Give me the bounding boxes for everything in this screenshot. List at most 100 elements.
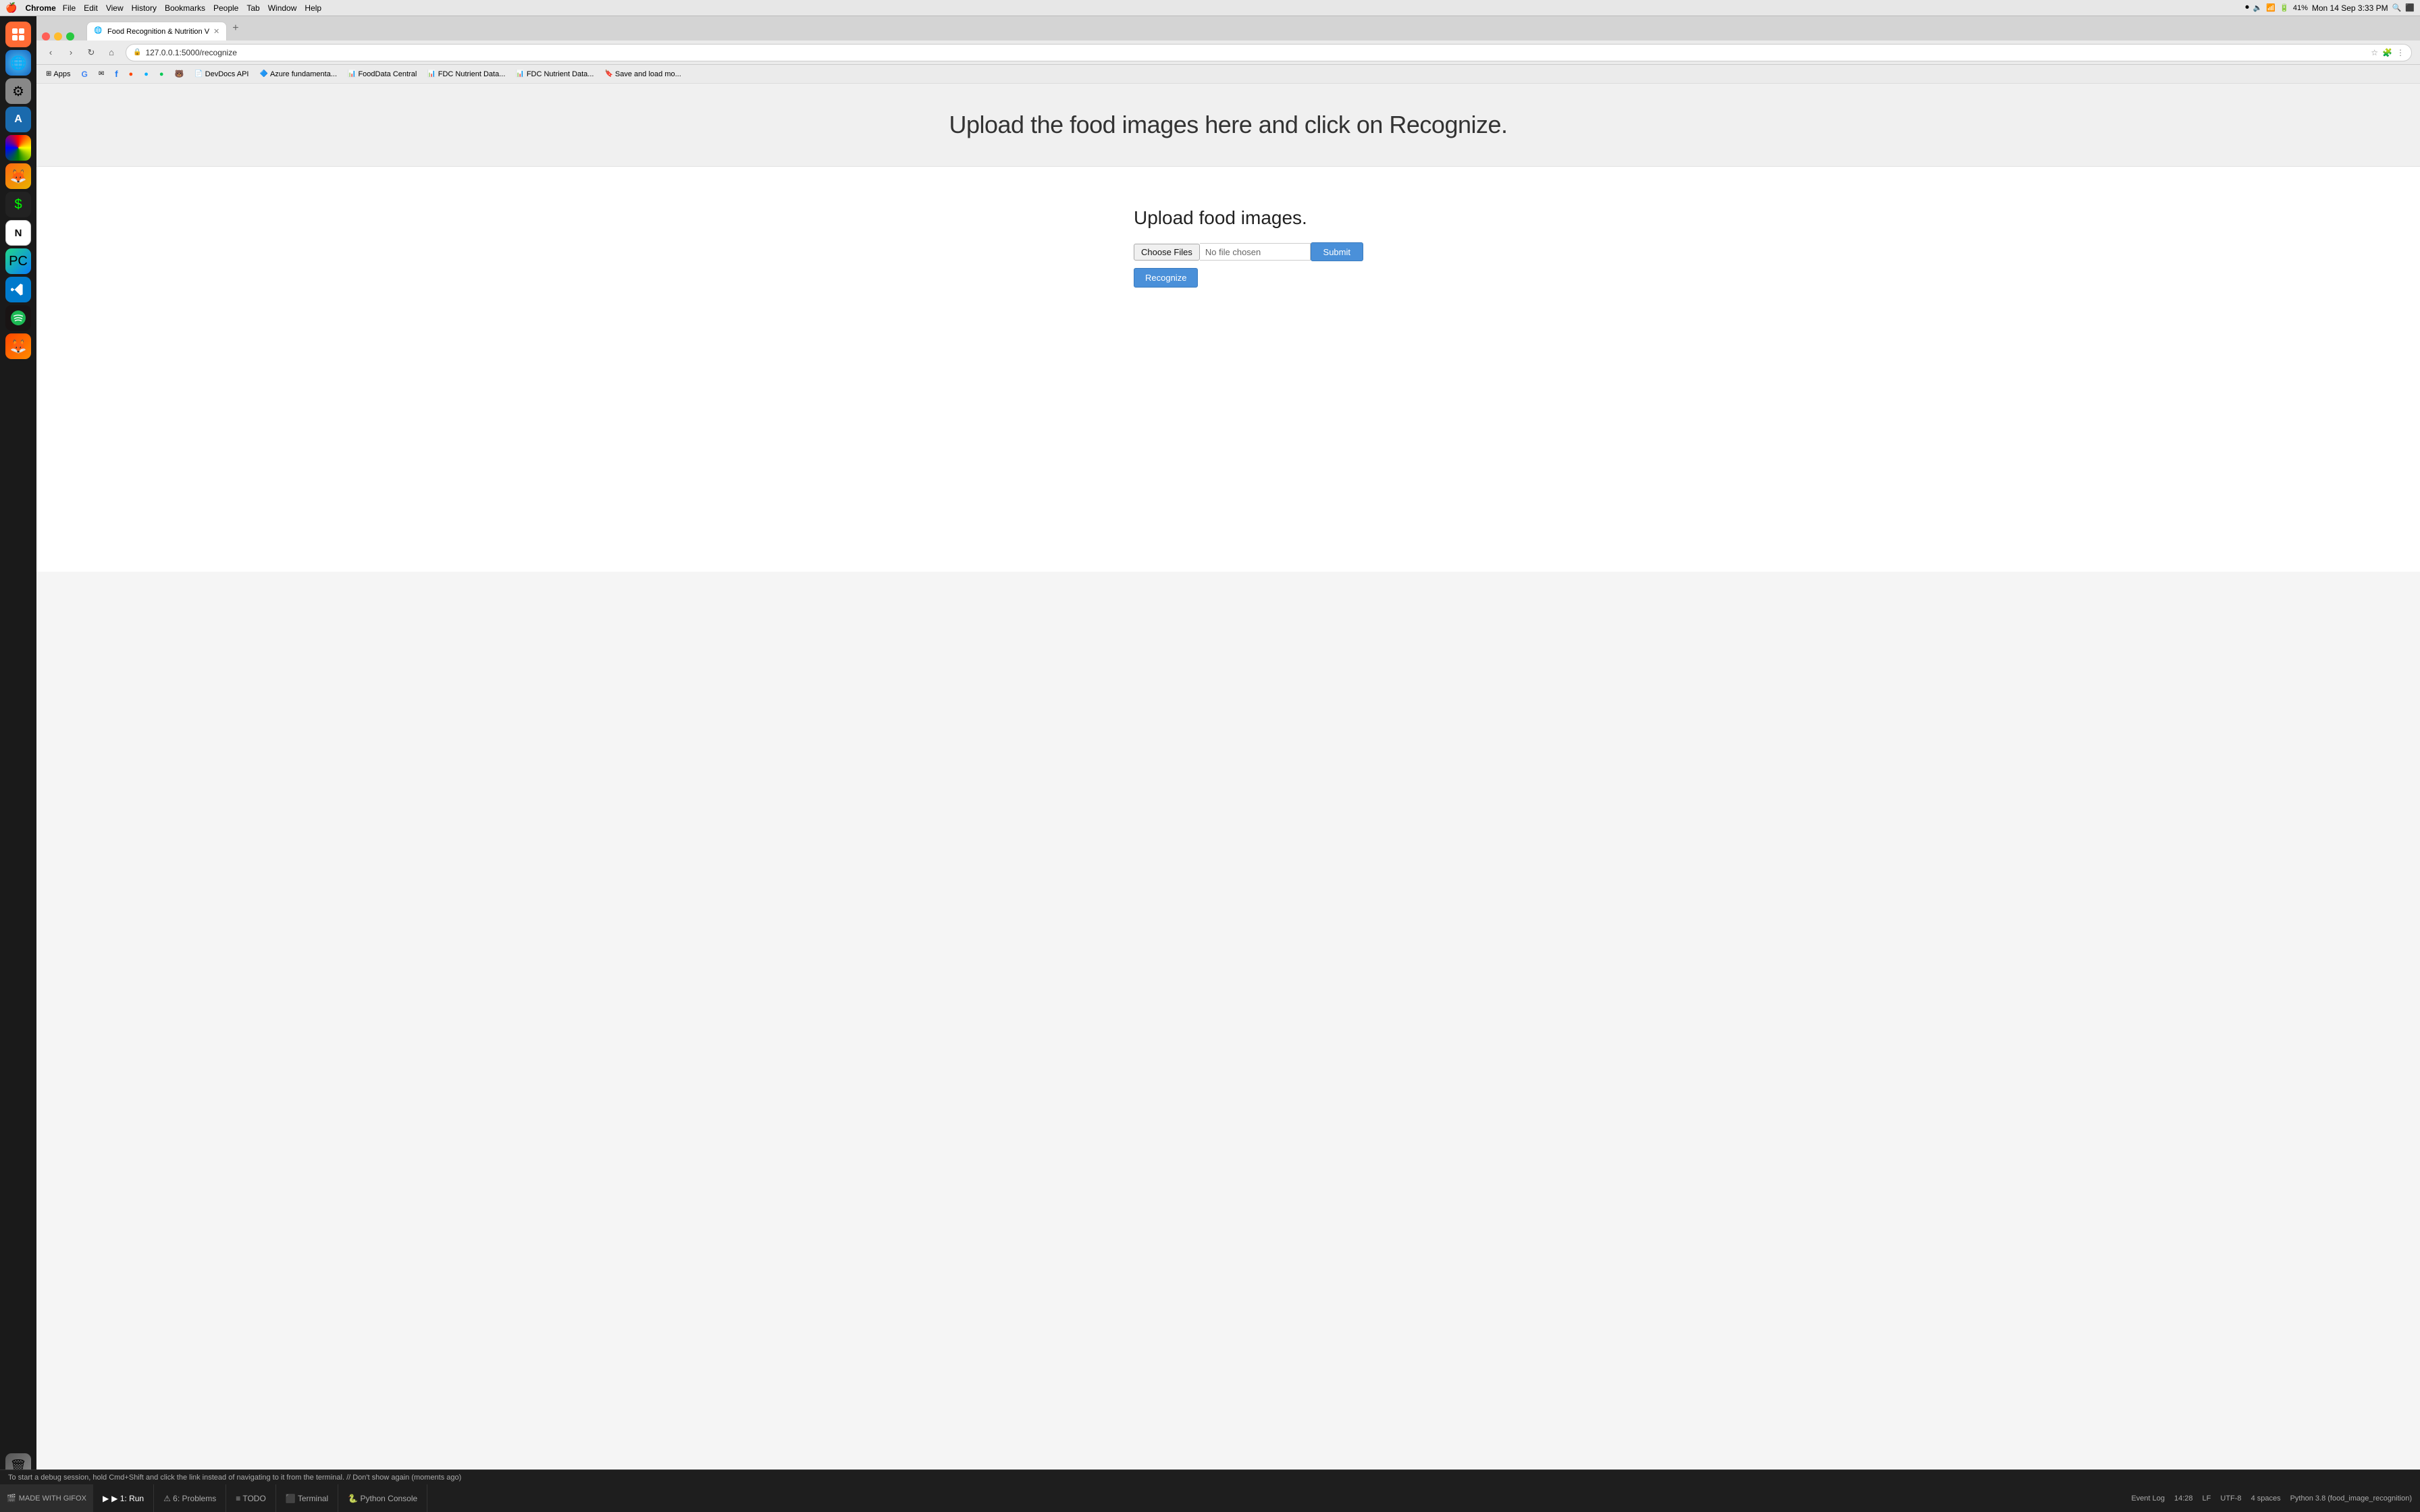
dock-icon-chrome[interactable] <box>5 135 31 161</box>
submit-button[interactable]: Submit <box>1311 242 1363 261</box>
search-icon[interactable]: 🔍 <box>2392 3 2402 12</box>
bookmark-devdocs[interactable]: 📄 DevDocs API <box>190 69 253 80</box>
menu-edit[interactable]: Edit <box>84 3 98 13</box>
devdocs-icon: 📄 <box>194 70 203 78</box>
upload-section: Upload food images. Choose Files No file… <box>1093 207 1363 288</box>
window-close-button[interactable] <box>42 32 50 40</box>
address-bar[interactable]: 🔒 127.0.0.1:5000/recognize ☆ 🧩 ⋮ <box>126 44 2412 61</box>
bookmark-fdc1-label: FDC Nutrient Data... <box>438 70 506 78</box>
page-header-title: Upload the food images here and click on… <box>50 111 2406 139</box>
bookmark-azure-label: Azure fundamenta... <box>270 70 337 78</box>
menu-window[interactable]: Window <box>268 3 297 13</box>
extensions-icon[interactable]: ⬛ <box>2405 3 2415 12</box>
bookmark-fdc2-label: FDC Nutrient Data... <box>527 70 594 78</box>
file-name-display: No file chosen <box>1200 243 1311 261</box>
ide-tab-terminal[interactable]: ⬛ Terminal <box>276 1484 338 1512</box>
fdc2-icon: 📊 <box>516 70 524 78</box>
gifox-text: MADE WITH GIFOX <box>19 1494 86 1503</box>
lock-icon: 🔒 <box>133 49 141 56</box>
ide-tab-run[interactable]: ▶ ▶ 1: Run <box>93 1484 154 1512</box>
bookmark-icon5[interactable]: ● <box>140 69 153 80</box>
apple-menu-icon[interactable]: 🍎 <box>5 2 17 14</box>
bookmark-fooddata-label: FoodData Central <box>358 70 417 78</box>
menu-view[interactable]: View <box>106 3 124 13</box>
bookmark-save[interactable]: 🔖 Save and load mo... <box>600 69 685 80</box>
dock-icon-notion[interactable]: N <box>5 220 31 246</box>
new-tab-button[interactable]: + <box>227 20 244 37</box>
audio-icon: 🔈 <box>2253 3 2263 12</box>
dock-icon-spotify[interactable] <box>5 305 31 331</box>
home-button[interactable]: ⌂ <box>103 44 120 61</box>
dock-icon-firefox[interactable]: 🦊 <box>5 163 31 189</box>
dock-icon-settings[interactable]: ⚙ <box>5 78 31 104</box>
app-name[interactable]: Chrome <box>25 3 55 13</box>
file-name-text: No file chosen <box>1205 247 1261 257</box>
menu-bookmarks[interactable]: Bookmarks <box>165 3 205 13</box>
encoding: UTF-8 <box>2220 1494 2241 1503</box>
fooddata-icon: 📊 <box>348 70 356 78</box>
dock-icon-compass[interactable]: 🌐 <box>5 50 31 76</box>
reload-button[interactable]: ↻ <box>82 44 100 61</box>
social-icon: ● <box>144 70 149 78</box>
bookmark-icon4[interactable]: ● <box>125 69 138 80</box>
made-with-gifox: 🎬 MADE WITH GIFOX <box>0 1484 93 1512</box>
ide-tab-todo[interactable]: ≡ TODO <box>226 1484 276 1512</box>
menu-history[interactable]: History <box>132 3 157 13</box>
ide-bottom-bar: 🎬 MADE WITH GIFOX ▶ ▶ 1: Run ⚠ 6: Proble… <box>0 1484 2420 1512</box>
wifi-icon: 📶 <box>2266 3 2276 12</box>
dock-icon-vscode[interactable] <box>5 277 31 302</box>
window-maximize-button[interactable] <box>66 32 74 40</box>
menu-help[interactable]: Help <box>305 3 321 13</box>
active-tab[interactable]: 🌐 Food Recognition & Nutrition V ✕ <box>86 22 227 40</box>
tab-favicon: 🌐 <box>94 27 103 36</box>
star-icon[interactable]: ☆ <box>2371 48 2378 57</box>
content-area: Upload the food images here and click on… <box>36 84 2420 1484</box>
bookmark-facebook[interactable]: f <box>111 68 122 80</box>
python-version[interactable]: Python 3.8 (food_image_recognition) <box>2290 1494 2412 1503</box>
ide-status-left: 🎬 MADE WITH GIFOX ▶ ▶ 1: Run <box>0 1484 154 1512</box>
menu-tab[interactable]: Tab <box>246 3 259 13</box>
event-log-link[interactable]: Event Log <box>2131 1494 2165 1503</box>
bookmark-fdc1[interactable]: 📊 FDC Nutrient Data... <box>423 69 509 80</box>
bookmark-icon7[interactable]: 🐻 <box>171 68 188 80</box>
run-label: ▶ 1: Run <box>111 1494 144 1503</box>
ide-tab-python-console[interactable]: 🐍 Python Console <box>338 1484 427 1512</box>
recognize-button[interactable]: Recognize <box>1134 268 1198 288</box>
dock-icon-appstore[interactable]: A <box>5 107 31 132</box>
bookmark-azure[interactable]: 🔷 Azure fundamenta... <box>255 69 341 80</box>
dock-icon-pycharm[interactable]: PC <box>5 248 31 274</box>
menu-file[interactable]: File <box>63 3 76 13</box>
battery-percent: 41% <box>2293 4 2308 12</box>
menu-people[interactable]: People <box>213 3 238 13</box>
back-button[interactable]: ‹ <box>42 44 59 61</box>
forward-button[interactable]: › <box>62 44 80 61</box>
bookmark-apps[interactable]: ⊞ Apps <box>42 69 74 80</box>
dock-icon-app1[interactable] <box>5 22 31 47</box>
choose-files-button[interactable]: Choose Files <box>1134 244 1200 261</box>
bookmark-google[interactable]: G <box>77 68 91 80</box>
green-icon: ● <box>159 70 164 78</box>
apps-grid-icon: ⊞ <box>46 70 51 78</box>
bookmark-fooddata[interactable]: 📊 FoodData Central <box>344 69 421 80</box>
dock-icon-terminal[interactable]: $ <box>5 192 31 217</box>
window-minimize-button[interactable] <box>54 32 62 40</box>
line-ending: LF <box>2203 1494 2211 1503</box>
extensions-icon[interactable]: 🧩 <box>2382 48 2392 57</box>
debug-message: To start a debug session, hold Cmd+Shift… <box>8 1474 461 1482</box>
bookmark-gmail[interactable]: ✉ <box>95 69 108 79</box>
dock-icon-firefox2[interactable]: 🦊 <box>5 333 31 359</box>
fdc1-icon: 📊 <box>427 70 436 78</box>
line-col: 14:28 <box>2174 1494 2193 1503</box>
tab-bar: 🌐 Food Recognition & Nutrition V ✕ + <box>36 16 2420 40</box>
ide-tab-problems[interactable]: ⚠ 6: Problems <box>154 1484 226 1512</box>
record-icon: ⏺ <box>2245 3 2249 12</box>
battery-icon: 🔋 <box>2280 3 2289 12</box>
save-icon: 🔖 <box>604 70 612 78</box>
bookmark-fdc2[interactable]: 📊 FDC Nutrient Data... <box>512 69 598 80</box>
bookmark-icon6[interactable]: ● <box>155 69 168 80</box>
page-body: Upload food images. Choose Files No file… <box>36 167 2420 572</box>
clock: Mon 14 Sep 3:33 PM <box>2312 3 2388 13</box>
azure-icon: 🔷 <box>259 70 267 78</box>
settings-icon[interactable]: ⋮ <box>2396 48 2404 57</box>
tab-close-button[interactable]: ✕ <box>213 27 219 36</box>
